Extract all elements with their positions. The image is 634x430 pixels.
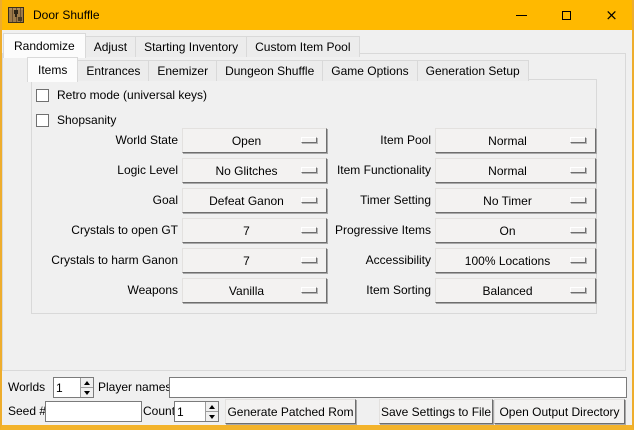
tab-randomize[interactable]: Randomize xyxy=(3,33,86,58)
arrow-up-icon xyxy=(209,405,215,409)
timer-setting-value: No Timer xyxy=(483,194,532,208)
accessibility-dropdown[interactable]: 100% Locations xyxy=(435,248,596,273)
close-icon: × xyxy=(605,8,618,23)
arrow-up-icon xyxy=(84,381,90,385)
tab-starting-inventory[interactable]: Starting Inventory xyxy=(135,36,247,57)
progressive-items-label: Progressive Items xyxy=(287,218,431,243)
worlds-input[interactable] xyxy=(54,378,80,397)
count-input[interactable] xyxy=(175,402,205,421)
progressive-items-dropdown[interactable]: On xyxy=(435,218,596,243)
timer-setting-label: Timer Setting xyxy=(287,188,431,213)
item-pool-value: Normal xyxy=(488,134,527,148)
item-functionality-value: Normal xyxy=(488,164,527,178)
tab-game-options[interactable]: Game Options xyxy=(322,60,417,81)
maximize-icon xyxy=(562,11,571,20)
minimize-icon xyxy=(516,15,527,16)
item-pool-dropdown[interactable]: Normal xyxy=(435,128,596,153)
worlds-spin-down-button[interactable] xyxy=(81,387,93,397)
tab-entrances[interactable]: Entrances xyxy=(77,60,149,81)
goal-value: Defeat Ganon xyxy=(209,194,284,208)
count-spin-down-button[interactable] xyxy=(206,411,218,421)
dropdown-indicator-icon xyxy=(570,167,586,173)
dropdown-indicator-icon xyxy=(570,137,586,143)
open-output-directory-button[interactable]: Open Output Directory xyxy=(494,399,625,424)
item-functionality-dropdown[interactable]: Normal xyxy=(435,158,596,183)
player-names-label: Player names xyxy=(98,377,171,398)
items-panel: Retro mode (universal keys) Shopsanity W… xyxy=(31,79,597,314)
generate-patched-rom-button[interactable]: Generate Patched Rom xyxy=(225,399,356,424)
dropdown-indicator-icon xyxy=(570,197,586,203)
logic-level-value: No Glitches xyxy=(215,164,277,178)
world-state-label: World State xyxy=(34,128,178,153)
minimize-button[interactable] xyxy=(499,0,544,30)
dropdown-indicator-icon xyxy=(570,257,586,263)
tab-adjust[interactable]: Adjust xyxy=(85,36,136,57)
worlds-spinner[interactable] xyxy=(53,377,94,398)
worlds-label: Worlds xyxy=(8,377,45,398)
item-pool-label: Item Pool xyxy=(287,128,431,153)
crystals-ganon-value: 7 xyxy=(243,254,250,268)
weapons-label: Weapons xyxy=(34,278,178,303)
client-area: Randomize Adjust Starting Inventory Cust… xyxy=(0,30,634,425)
item-sorting-dropdown[interactable]: Balanced xyxy=(435,278,596,303)
seed-input[interactable] xyxy=(45,401,142,422)
tab-dungeon-shuffle[interactable]: Dungeon Shuffle xyxy=(216,60,323,81)
player-names-input[interactable] xyxy=(169,377,627,398)
count-spin-up-button[interactable] xyxy=(206,402,218,411)
crystals-ganon-label: Crystals to harm Ganon xyxy=(34,248,178,273)
arrow-down-icon xyxy=(84,391,90,395)
window-title: Door Shuffle xyxy=(33,8,100,22)
retro-mode-checkbox-row[interactable]: Retro mode (universal keys) xyxy=(36,87,207,103)
count-label: Count xyxy=(143,401,175,422)
titlebar: Door Shuffle × xyxy=(0,0,634,30)
sub-tabstrip: Items Entrances Enemizer Dungeon Shuffle… xyxy=(27,57,528,81)
item-sorting-label: Item Sorting xyxy=(287,278,431,303)
close-button[interactable]: × xyxy=(589,0,634,30)
retro-mode-label: Retro mode (universal keys) xyxy=(57,88,207,102)
app-icon xyxy=(7,6,25,24)
progressive-items-value: On xyxy=(499,224,515,238)
tab-items[interactable]: Items xyxy=(27,57,78,82)
accessibility-label: Accessibility xyxy=(287,248,431,273)
accessibility-value: 100% Locations xyxy=(465,254,550,268)
timer-setting-dropdown[interactable]: No Timer xyxy=(435,188,596,213)
goal-label: Goal xyxy=(34,188,178,213)
count-spinner[interactable] xyxy=(174,401,219,422)
window-controls: × xyxy=(499,0,634,30)
main-tabstrip: Randomize Adjust Starting Inventory Cust… xyxy=(3,33,359,57)
arrow-down-icon xyxy=(209,415,215,419)
world-state-value: Open xyxy=(232,134,261,148)
tab-custom-item-pool[interactable]: Custom Item Pool xyxy=(246,36,359,57)
worlds-spin-up-button[interactable] xyxy=(81,378,93,387)
dropdown-indicator-icon xyxy=(570,287,586,293)
count-spinner-arrows xyxy=(205,402,218,421)
randomize-panel: Retro mode (universal keys) Shopsanity W… xyxy=(2,53,626,371)
tab-generation-setup[interactable]: Generation Setup xyxy=(417,60,529,81)
logic-level-label: Logic Level xyxy=(34,158,178,183)
app-window: Door Shuffle × Randomize Adjust Starting… xyxy=(0,0,634,430)
item-sorting-value: Balanced xyxy=(482,284,532,298)
retro-mode-checkbox[interactable] xyxy=(36,89,49,102)
shopsanity-checkbox[interactable] xyxy=(36,114,49,127)
worlds-spinner-arrows xyxy=(80,378,93,397)
crystals-gt-value: 7 xyxy=(243,224,250,238)
crystals-gt-label: Crystals to open GT xyxy=(34,218,178,243)
weapons-value: Vanilla xyxy=(229,284,264,298)
shopsanity-checkbox-row[interactable]: Shopsanity xyxy=(36,112,116,128)
shopsanity-label: Shopsanity xyxy=(57,113,116,127)
item-functionality-label: Item Functionality xyxy=(287,158,431,183)
tab-enemizer[interactable]: Enemizer xyxy=(148,60,217,81)
seed-label: Seed # xyxy=(8,401,46,422)
dropdown-indicator-icon xyxy=(570,227,586,233)
maximize-button[interactable] xyxy=(544,0,589,30)
save-settings-button[interactable]: Save Settings to File xyxy=(379,399,493,424)
